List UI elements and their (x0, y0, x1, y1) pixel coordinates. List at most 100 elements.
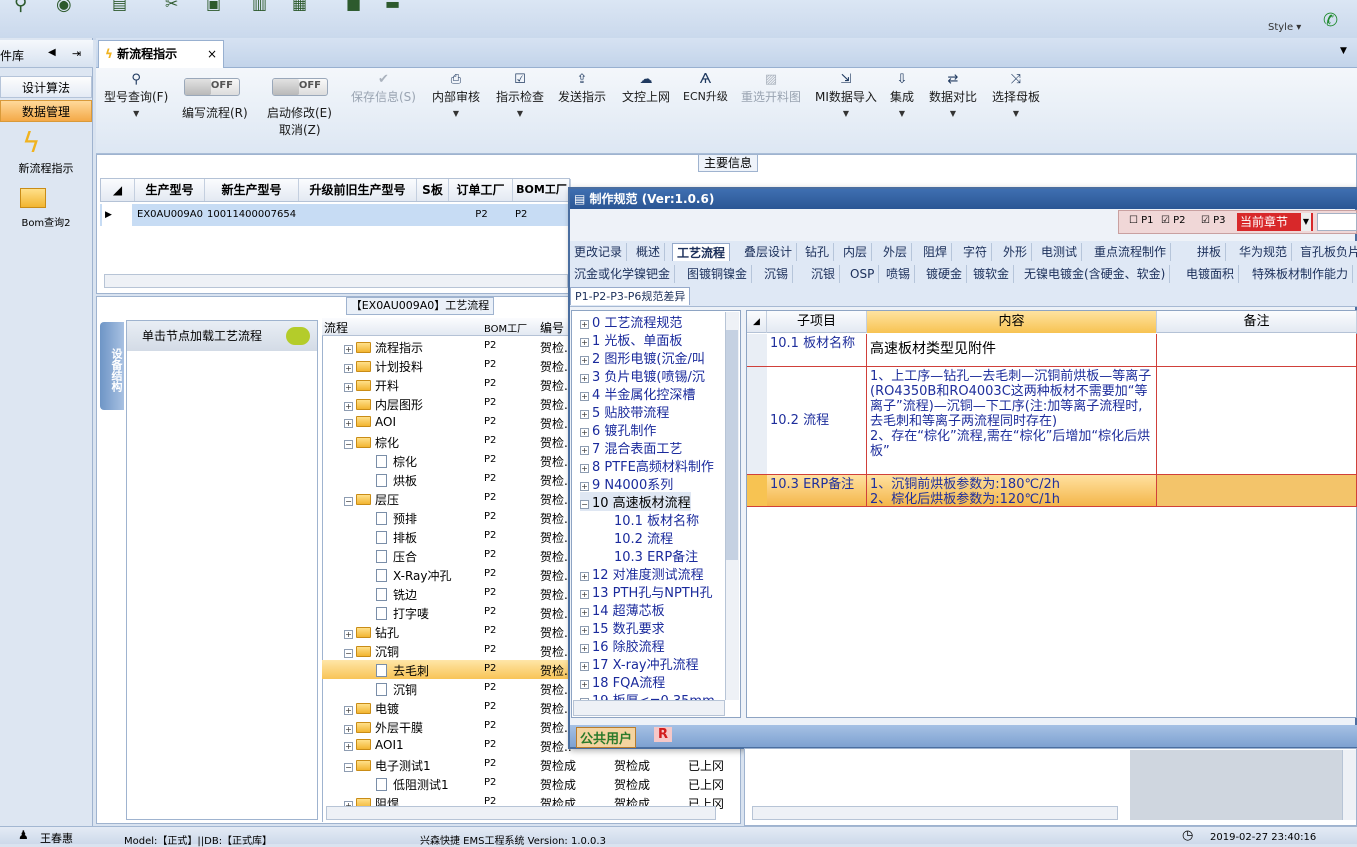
tree-node[interactable]: −10 高速板材流程 (580, 492, 691, 511)
dialog-tab[interactable]: 无镍电镀金(含硬金、软金) (1020, 265, 1171, 283)
ecn-upgrade-button[interactable]: Ѧ ECN升级 (683, 72, 728, 104)
dialog-tab[interactable]: 字符 (959, 243, 993, 261)
pin-icon[interactable]: ⇥ (72, 47, 81, 60)
lower-right-vscrollbar[interactable] (1342, 750, 1356, 820)
dialog-tab[interactable]: 图镀铜镍金 (683, 265, 753, 283)
col-model[interactable]: 生产型号 (135, 179, 205, 201)
expand-icon[interactable]: + (580, 338, 589, 347)
dialog-tab[interactable]: 拼板 (1193, 243, 1227, 261)
search-icon[interactable]: ⚲ (14, 0, 27, 15)
col-content[interactable]: 内容 (867, 311, 1157, 333)
integrate-button[interactable]: ⇩ 集成 ▼ (890, 72, 914, 119)
col-order-factory[interactable]: 订单工厂 (449, 179, 513, 201)
tree-node[interactable]: +0 工艺流程规范 (580, 312, 682, 331)
expand-icon[interactable]: + (580, 356, 589, 365)
grid-icon[interactable]: ▦ (292, 0, 307, 13)
process-hscrollbar[interactable] (326, 806, 716, 820)
grid-cell-content[interactable]: 高速板材类型见附件 (867, 334, 1157, 367)
tree-node[interactable]: +3 负片电镀(喷锡/沉 (580, 366, 705, 385)
save-icon[interactable]: ■ (346, 0, 361, 13)
instruction-check-button[interactable]: ☑ 指示检查 ▼ (496, 72, 544, 119)
dialog-tab[interactable]: 沉金或化学镍钯金 (570, 265, 676, 283)
expand-icon[interactable]: + (580, 464, 589, 473)
dialog-tab[interactable]: 更改记录 (570, 243, 628, 261)
expand-icon[interactable]: + (344, 725, 353, 734)
sidebar-design-algorithm[interactable]: 设计算法 (0, 76, 92, 98)
dialog-tab[interactable]: 工艺流程 (672, 243, 731, 261)
expand-icon[interactable]: + (344, 345, 353, 354)
tab-equipment-structure[interactable]: 设备结构 (100, 322, 124, 410)
start-edit-toggle[interactable]: OFF (272, 78, 328, 96)
tree-node[interactable]: +7 混合表面工艺 (580, 438, 682, 457)
dialog-tab[interactable]: 内层 (839, 243, 873, 261)
expand-icon[interactable]: + (344, 402, 353, 411)
dialog-tab[interactable]: 钻孔 (801, 243, 835, 261)
expand-icon[interactable]: + (580, 590, 589, 599)
expand-icon[interactable]: + (344, 630, 353, 639)
grid-cell-note[interactable] (1157, 475, 1357, 507)
sidebar-item-bom-query[interactable]: Bom查询2 (0, 214, 92, 229)
dialog-tab[interactable]: 电测试 (1037, 243, 1083, 261)
dialog-tab[interactable]: 沉锡 (760, 265, 794, 283)
edit-flow-toggle[interactable]: OFF (184, 78, 240, 96)
table-row[interactable]: − 电子测试1 P2 贺检成 贺检成 已上冈 (322, 755, 740, 774)
tab-new-process[interactable]: ϟ 新流程指示 × (98, 40, 224, 68)
expand-icon[interactable]: + (580, 320, 589, 329)
expand-icon[interactable]: − (344, 763, 353, 772)
col-old-model[interactable]: 升级前旧生产型号 (299, 179, 417, 201)
expand-icon[interactable]: − (344, 440, 353, 449)
col-note[interactable]: 备注 (1157, 311, 1357, 333)
col-s-board[interactable]: S板 (417, 179, 449, 201)
expand-icon[interactable]: + (344, 706, 353, 715)
copy-icon[interactable]: ▣ (206, 0, 221, 13)
expand-icon[interactable]: + (580, 482, 589, 491)
grid-cell-note[interactable] (1157, 367, 1357, 475)
print-icon[interactable]: ▤ (112, 0, 127, 13)
chart-icon[interactable]: ▬ (385, 0, 400, 13)
model-query-button[interactable]: ⚲ 型号查询(F) ▼ (104, 72, 168, 119)
dialog-tab[interactable]: 电镀面积 (1182, 265, 1240, 283)
save-info-button[interactable]: ✔ 保存信息(S) (351, 72, 416, 105)
expand-icon[interactable]: + (580, 446, 589, 455)
expand-icon[interactable]: + (344, 742, 353, 751)
expand-icon[interactable]: + (580, 644, 589, 653)
dialog-tab[interactable]: 外层 (879, 243, 913, 261)
tree-node[interactable]: 10.1 板材名称 (614, 510, 699, 529)
select-master-button[interactable]: ⤨ 选择母板 ▼ (992, 72, 1040, 119)
dialog-tab[interactable]: OSP (846, 265, 880, 283)
tree-node[interactable]: +6 镀孔制作 (580, 420, 656, 439)
tree-node[interactable]: 10.3 ERP备注 (614, 546, 698, 565)
col-number[interactable]: 编号 (540, 319, 564, 336)
expand-icon[interactable]: + (580, 572, 589, 581)
grid-cell-item[interactable]: 10.3 ERP备注 (767, 475, 867, 507)
p3-checkbox[interactable]: ☑ P3 (1201, 215, 1226, 226)
dialog-tab[interactable]: 外形 (999, 243, 1033, 261)
dialog-tab[interactable]: 概述 (632, 243, 666, 261)
tree-node[interactable]: +13 PTH孔与NPTH孔 (580, 582, 713, 601)
doc-upload-button[interactable]: ☁ 文控上网 (622, 72, 670, 105)
lower-right-hscrollbar[interactable] (752, 806, 1118, 820)
phone-icon[interactable]: ✆ (1323, 10, 1338, 31)
dialog-tab[interactable]: 沉银 (807, 265, 841, 283)
p2-checkbox[interactable]: ☑ P2 (1161, 215, 1186, 226)
dialog-tab[interactable]: 叠层设计 (740, 243, 798, 261)
scope-select[interactable]: 当前章节 ▼ (1237, 213, 1313, 231)
tab-spec-diff[interactable]: P1-P2-P3-P6规范差异 (570, 287, 691, 305)
tree-node[interactable]: +12 对准度测试流程 (580, 564, 704, 583)
grid-cell-item[interactable]: 10.2 流程 (767, 367, 867, 475)
style-menu[interactable]: Style ▾ (1268, 22, 1301, 33)
expand-icon[interactable]: + (344, 383, 353, 392)
tree-scroll-thumb[interactable] (726, 330, 738, 560)
expand-icon[interactable]: − (344, 497, 353, 506)
grid-cell-item[interactable]: 10.1 板材名称 (767, 334, 867, 367)
horizontal-scrollbar[interactable] (104, 274, 568, 288)
data-compare-button[interactable]: ⇄ 数据对比 ▼ (929, 72, 977, 119)
expand-icon[interactable]: + (580, 608, 589, 617)
expand-icon[interactable]: + (344, 364, 353, 373)
dialog-tab[interactable]: 盲孔板负片 (1296, 243, 1357, 261)
internal-review-button[interactable]: ⎙ 内部审核 ▼ (432, 72, 480, 119)
tree-node[interactable]: +4 半金属化控深槽 (580, 384, 695, 403)
mi-import-button[interactable]: ⇲ MI数据导入 ▼ (815, 72, 877, 119)
table-row[interactable]: 低阻测试1 P2 贺检成 贺检成 已上冈 (322, 774, 740, 793)
expand-icon[interactable]: − (344, 649, 353, 658)
